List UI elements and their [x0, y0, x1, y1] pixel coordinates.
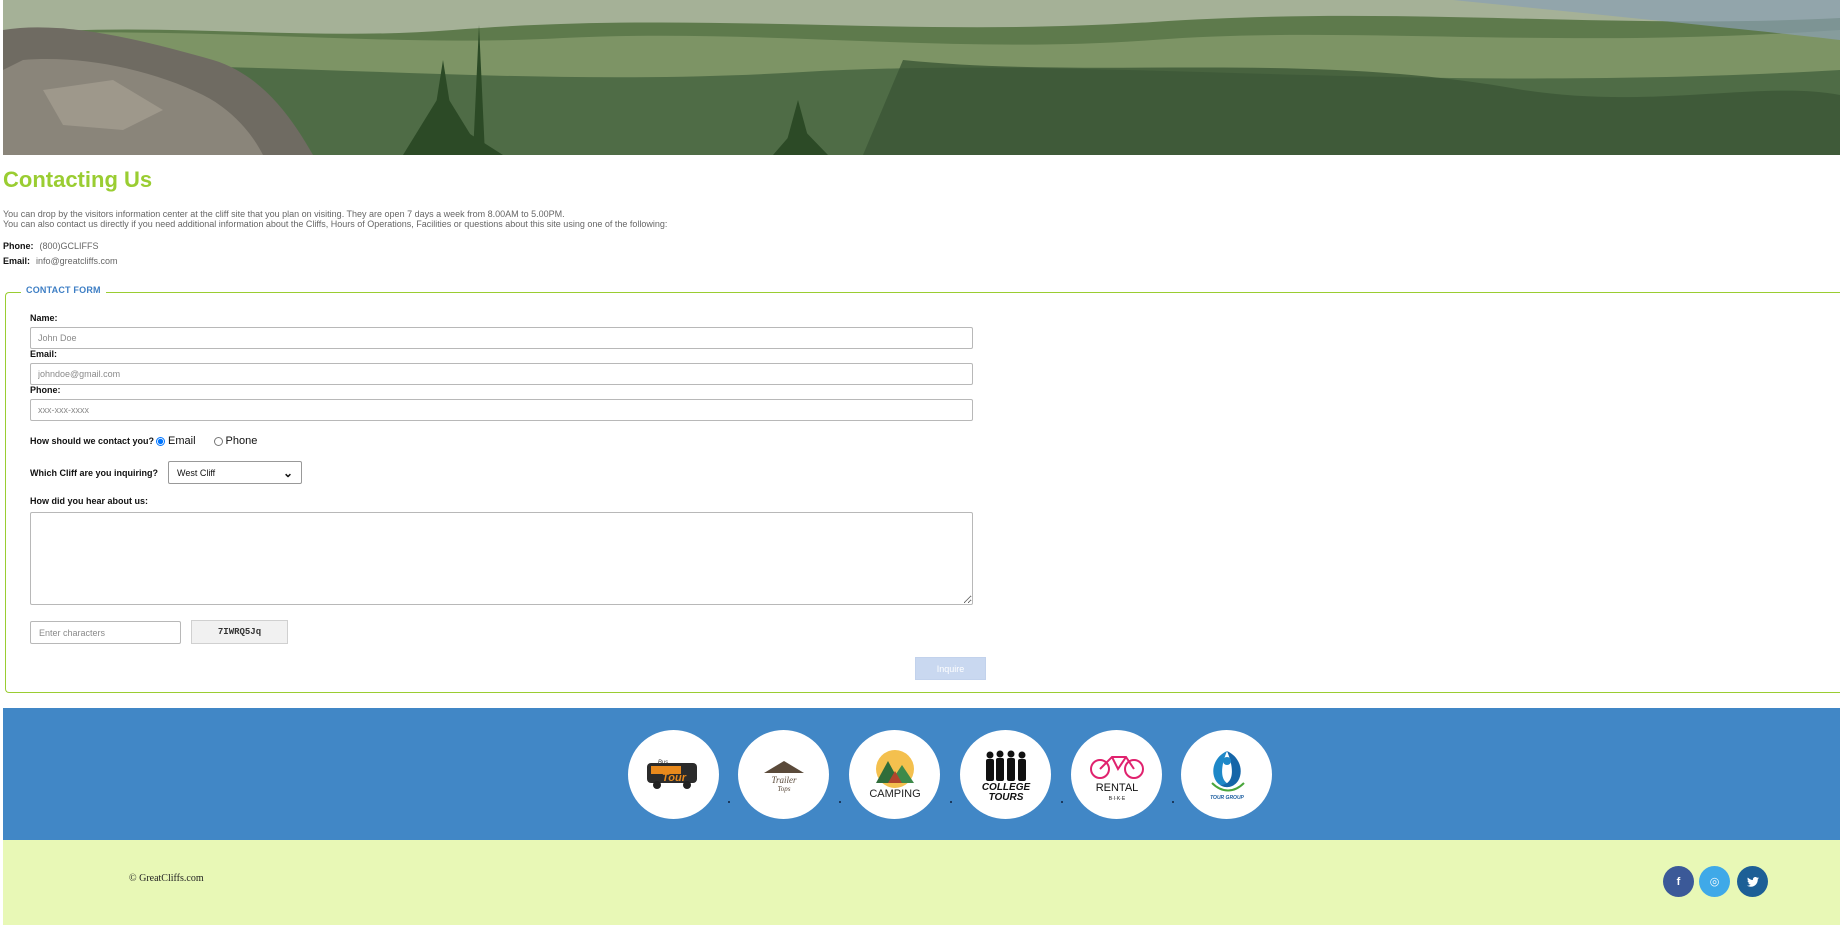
- heard-question: How did you hear about us:: [30, 496, 149, 506]
- college-tours-logo[interactable]: COLLEGE TOURS: [960, 730, 1051, 819]
- separator-dot: [950, 801, 952, 803]
- tour-group-logo[interactable]: TOUR GROUP: [1181, 730, 1272, 819]
- phone-field-label: Phone:: [30, 385, 61, 395]
- contact-form-legend: CONTACT FORM: [21, 285, 106, 295]
- facebook-icon[interactable]: f: [1663, 866, 1694, 897]
- trailer-tops-logo-text: Trailer: [771, 775, 797, 785]
- twitter-icon[interactable]: [1737, 866, 1768, 897]
- contact-method-phone-radio[interactable]: [213, 436, 223, 446]
- rental-bike-logo-text: RENTAL: [1095, 782, 1138, 794]
- college-tours-logo-sub: TOURS: [988, 792, 1023, 803]
- chevron-down-icon: ⌄: [282, 465, 293, 480]
- contact-method-phone-label[interactable]: Phone: [226, 435, 258, 447]
- cliff-select-row: Which Cliff are you inquiring? West Clif…: [30, 461, 302, 484]
- camping-logo-text: CAMPING: [869, 788, 920, 800]
- contact-email: Email: info@greatcliffs.com: [3, 256, 118, 266]
- captcha-input[interactable]: [30, 621, 181, 644]
- name-input[interactable]: [30, 327, 973, 349]
- contact-method-group: How should we contact you? Email Phone: [30, 435, 275, 447]
- contact-method-email-label[interactable]: Email: [168, 435, 196, 447]
- contact-method-question: How should we contact you?: [30, 436, 155, 446]
- cliff-select[interactable]: West Cliff ⌄: [168, 461, 302, 484]
- cliff-question: Which Cliff are you inquiring?: [30, 467, 158, 478]
- phone-value: (800)GCLIFFS: [39, 241, 99, 251]
- email-field-label: Email:: [30, 349, 58, 359]
- heard-textarea[interactable]: [30, 512, 973, 605]
- separator-dot: [839, 801, 841, 803]
- phone-label: Phone:: [3, 241, 34, 251]
- tour-group-logo-text: TOUR GROUP: [1210, 795, 1244, 801]
- phone-input[interactable]: [30, 399, 973, 421]
- rental-bike-logo[interactable]: RENTAL B·I·K·E: [1071, 730, 1162, 819]
- instagram-icon[interactable]: ◎: [1699, 866, 1730, 897]
- bus-tour-logo[interactable]: Tour Bus: [628, 730, 719, 819]
- captcha-code: 7IWRQ5Jq: [191, 620, 288, 644]
- cliff-selected-value: West Cliff: [177, 467, 216, 478]
- bus-tour-logo-text: Tour: [661, 772, 686, 784]
- trailer-tops-logo[interactable]: Trailer Tops: [738, 730, 829, 819]
- footer: [3, 840, 1840, 925]
- camping-logo[interactable]: CAMPING: [849, 730, 940, 819]
- bus-tour-logo-top-text: Bus: [657, 760, 667, 766]
- name-label: Name:: [30, 313, 58, 323]
- inquire-button[interactable]: Inquire: [915, 657, 986, 680]
- copyright-text: © GreatCliffs.com: [129, 873, 204, 884]
- rental-bike-logo-sub: B·I·K·E: [1108, 796, 1125, 802]
- trailer-tops-logo-sub: Tops: [777, 785, 790, 793]
- email-input[interactable]: [30, 363, 973, 385]
- separator-dot: [1172, 801, 1174, 803]
- contact-method-email-radio[interactable]: [156, 436, 166, 446]
- page-title: Contacting Us: [3, 167, 153, 192]
- separator-dot: [1061, 801, 1063, 803]
- intro-line-2: You can also contact us directly if you …: [3, 219, 668, 229]
- separator-dot: [728, 801, 730, 803]
- hero-banner-image: [3, 0, 1840, 155]
- contact-phone: Phone: (800)GCLIFFS: [3, 241, 99, 251]
- email-value: info@greatcliffs.com: [36, 256, 118, 266]
- contact-page: Contacting Us You can drop by the visito…: [0, 0, 1840, 925]
- intro-text: You can drop by the visitors information…: [3, 209, 667, 229]
- email-label: Email:: [3, 256, 31, 266]
- intro-line-1: You can drop by the visitors information…: [3, 209, 565, 219]
